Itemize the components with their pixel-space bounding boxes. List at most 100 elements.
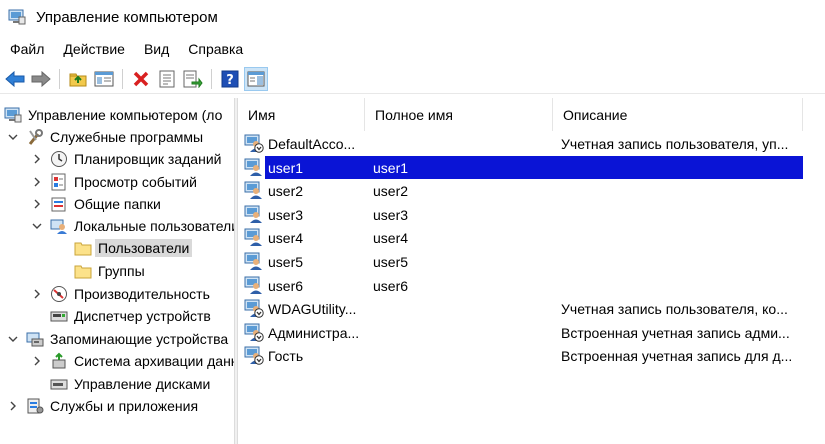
- cell-name: user5: [268, 253, 304, 270]
- tree-item-label: Производительность: [74, 286, 210, 302]
- tree-item-label: Служебные программы: [50, 129, 204, 145]
- cell-full-name: user5: [373, 253, 409, 270]
- cell-description: [561, 179, 801, 202]
- column-header-description[interactable]: Описание: [553, 98, 803, 131]
- forward-icon[interactable]: [29, 67, 53, 91]
- table-row[interactable]: DefaultAcco... Учетная запись пользовател…: [238, 132, 825, 155]
- table-row[interactable]: user2 user2: [238, 179, 825, 202]
- chevron-right-icon[interactable]: [30, 175, 44, 189]
- tree-item-backup[interactable]: Система архивации данных: [30, 350, 234, 372]
- tree-item-label: Управление дисками: [74, 376, 211, 392]
- tree-item-local-users-and-groups[interactable]: Локальные пользователи: [30, 215, 234, 237]
- event-viewer-icon: [50, 173, 68, 191]
- cell-name: user2: [268, 182, 304, 199]
- cell-name: user6: [268, 277, 304, 294]
- menu-help[interactable]: Справка: [178, 41, 252, 57]
- cell-full-name: [373, 344, 553, 367]
- cell-description: [561, 203, 801, 226]
- performance-icon: [50, 285, 68, 303]
- table-row[interactable]: user1 user1: [238, 156, 825, 179]
- tree-item-storage[interactable]: Запоминающие устройства: [6, 328, 228, 350]
- tree-item-label: Планировщик заданий: [74, 151, 222, 167]
- tree-item-device-manager[interactable]: Диспетчер устройств: [50, 305, 211, 327]
- console-tree: Управление компьютером (ло Служебные про…: [0, 98, 234, 444]
- svg-text:?: ?: [226, 73, 234, 88]
- toolbar-separator: [59, 68, 60, 89]
- up-folder-icon[interactable]: [66, 67, 90, 91]
- folder-icon: [74, 239, 92, 257]
- table-row[interactable]: user4 user4: [238, 226, 825, 249]
- cell-name: WDAGUtility...: [268, 300, 357, 317]
- tree-item-system-tools[interactable]: Служебные программы: [6, 126, 203, 148]
- device-manager-icon: [50, 307, 68, 325]
- chevron-right-icon[interactable]: [6, 399, 20, 413]
- column-header-name[interactable]: Имя: [238, 98, 365, 131]
- export-list-icon[interactable]: [181, 67, 205, 91]
- user-account-icon: [244, 158, 264, 177]
- cell-full-name: user4: [373, 229, 409, 246]
- menu-view[interactable]: Вид: [134, 41, 178, 57]
- cell-full-name: user1: [373, 159, 409, 176]
- user-account-icon: [244, 252, 264, 271]
- tree-item-computer-management[interactable]: Управление компьютером (ло: [4, 104, 222, 126]
- tree-item-services-and-applications[interactable]: Службы и приложения: [6, 395, 198, 417]
- window-title: Управление компьютером: [36, 8, 218, 26]
- tree-item-shared-folders[interactable]: Общие папки: [30, 193, 161, 215]
- menu-file[interactable]: Файл: [0, 41, 53, 57]
- chevron-down-icon[interactable]: [6, 332, 20, 346]
- show-hide-action-pane-icon[interactable]: [244, 66, 268, 91]
- chevron-right-icon[interactable]: [30, 287, 44, 301]
- delete-icon[interactable]: [129, 67, 153, 91]
- clock-icon: [50, 150, 68, 168]
- toolbar-separator: [211, 68, 212, 89]
- tree-item-users[interactable]: Пользователи: [74, 237, 193, 259]
- back-icon[interactable]: [3, 67, 27, 91]
- show-hide-tree-icon[interactable]: [92, 67, 116, 91]
- cell-full-name: [373, 297, 553, 320]
- user-account-icon: [244, 323, 264, 342]
- tree-item-groups[interactable]: Группы: [74, 260, 145, 282]
- backup-icon: [50, 352, 68, 370]
- chevron-right-icon[interactable]: [30, 152, 44, 166]
- properties-icon[interactable]: [155, 67, 179, 91]
- chevron-down-icon[interactable]: [30, 219, 44, 233]
- storage-icon: [26, 330, 44, 348]
- toolbar: ?: [0, 64, 825, 94]
- table-row[interactable]: user6 user6: [238, 274, 825, 297]
- table-row[interactable]: user3 user3: [238, 203, 825, 226]
- tree-item-task-scheduler[interactable]: Планировщик заданий: [30, 148, 221, 170]
- table-row[interactable]: Администра... Встроенная учетная запись а…: [238, 321, 825, 344]
- chevron-right-icon[interactable]: [30, 354, 44, 368]
- column-header-full-name[interactable]: Полное имя: [365, 98, 553, 131]
- table-row[interactable]: user5 user5: [238, 250, 825, 273]
- cell-name: user3: [268, 206, 304, 223]
- cell-full-name: [373, 321, 553, 344]
- menu-bar: Файл Действие Вид Справка: [0, 38, 252, 60]
- cell-name: Администра...: [268, 324, 360, 341]
- tree-item-performance[interactable]: Производительность: [30, 283, 210, 305]
- user-account-icon: [244, 228, 264, 247]
- user-account-icon: [244, 205, 264, 224]
- shared-folders-icon: [50, 195, 68, 213]
- tree-item-label: Запоминающие устройства: [50, 331, 229, 347]
- chevron-right-icon[interactable]: [30, 197, 44, 211]
- cell-description: Учетная запись пользователя, ко...: [561, 300, 788, 317]
- table-row[interactable]: Гость Встроенная учетная запись для д...: [238, 344, 825, 367]
- user-account-icon: [244, 134, 264, 153]
- disk-management-icon: [50, 375, 68, 393]
- folder-icon: [74, 262, 92, 280]
- help-icon[interactable]: ?: [218, 67, 242, 91]
- tree-item-label: Просмотр событий: [74, 174, 197, 190]
- tree-item-label: Общие папки: [74, 196, 161, 212]
- user-account-icon: [244, 276, 264, 295]
- cell-description: [561, 250, 801, 273]
- computer-management-icon: [4, 106, 22, 124]
- menu-action[interactable]: Действие: [53, 41, 134, 57]
- chevron-down-icon[interactable]: [6, 130, 20, 144]
- cell-description: [561, 156, 801, 179]
- table-row[interactable]: WDAGUtility... Учетная запись пользовател…: [238, 297, 825, 320]
- tree-item-event-viewer[interactable]: Просмотр событий: [30, 171, 197, 193]
- tree-item-disk-management[interactable]: Управление дисками: [50, 373, 210, 395]
- tree-item-label: Управление компьютером (ло: [28, 107, 223, 123]
- cell-name: user1: [268, 159, 304, 176]
